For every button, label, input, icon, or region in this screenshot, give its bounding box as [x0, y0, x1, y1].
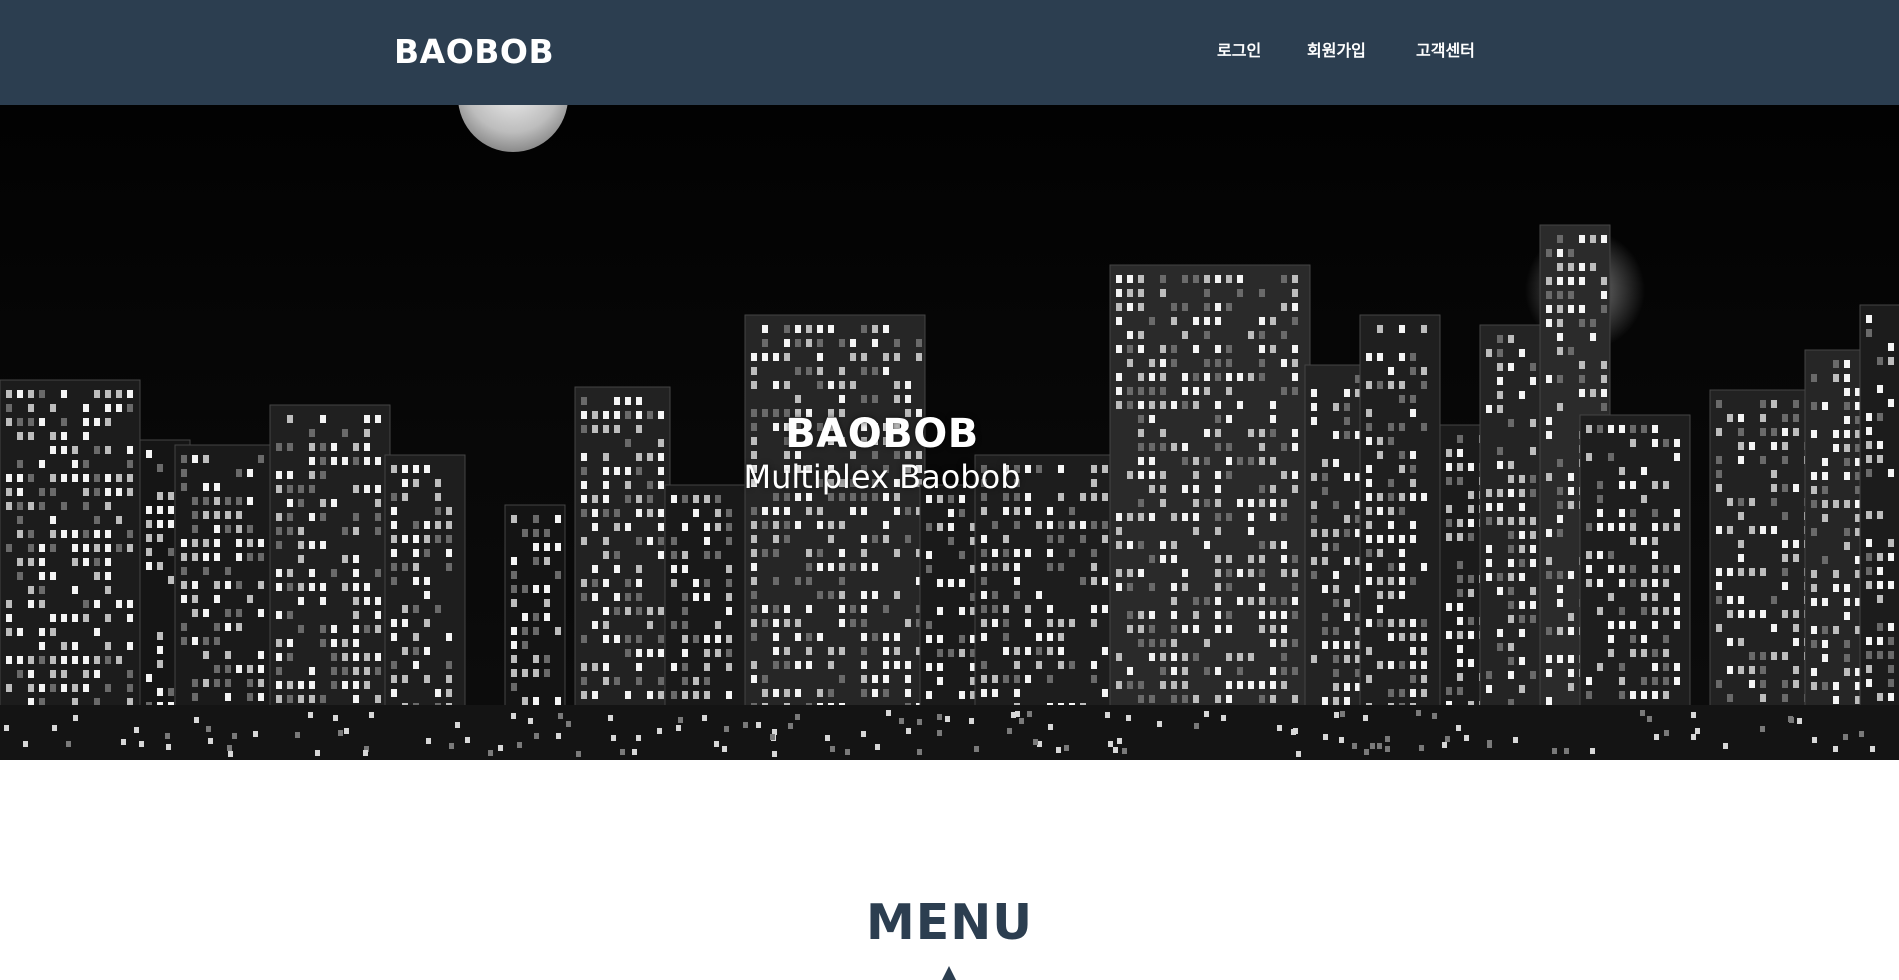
- nav-signup-link[interactable]: 회원가입: [1307, 38, 1366, 64]
- hero-subtitle: Multiplex Baobob: [743, 458, 1021, 496]
- hero-title: BAOBOB: [785, 411, 979, 457]
- menu-heading: MENU: [865, 894, 1034, 951]
- nav-links: 로그인 회원가입 고객센터: [0, 38, 1899, 66]
- nav-login-link[interactable]: 로그인: [1217, 38, 1261, 64]
- hero-banner: BAOBOB Multiplex Baobob: [0, 105, 1899, 760]
- divider-star-icon: [942, 966, 956, 980]
- nav-support-link[interactable]: 고객센터: [1416, 38, 1475, 64]
- navbar: BAOBOB 로그인 회원가입 고객센터: [0, 0, 1899, 105]
